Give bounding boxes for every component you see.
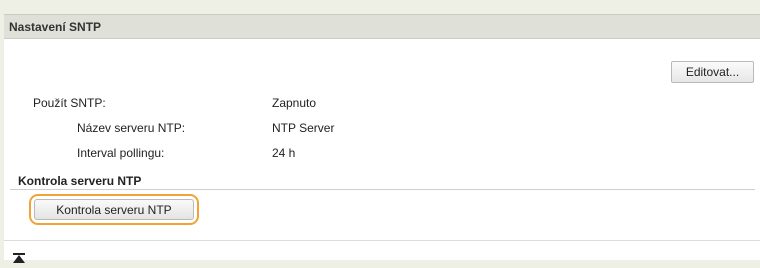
ntp-server-name-value: NTP Server — [272, 121, 335, 135]
back-to-top-icon[interactable] — [13, 250, 25, 263]
check-ntp-server-button[interactable]: Kontrola serveru NTP — [29, 194, 199, 225]
section-divider — [10, 189, 755, 190]
use-sntp-label: Použít SNTP: — [33, 96, 106, 110]
use-sntp-value: Zapnuto — [272, 96, 317, 110]
edit-button[interactable]: Editovat... — [671, 61, 754, 83]
section-title: Nastavení SNTP — [9, 20, 102, 34]
ntp-server-name-label: Název serveru NTP: — [77, 121, 186, 135]
polling-interval-value: 24 h — [272, 146, 296, 160]
ntp-check-heading: Kontrola serveru NTP — [18, 174, 142, 188]
section-header: Nastavení SNTP — [4, 14, 760, 39]
sntp-settings-panel: Nastavení SNTP Editovat... Použít SNTP: … — [4, 14, 760, 263]
bottom-divider — [4, 240, 760, 241]
polling-interval-label: Interval pollingu: — [77, 146, 165, 160]
check-ntp-server-button-label: Kontrola serveru NTP — [34, 199, 194, 220]
